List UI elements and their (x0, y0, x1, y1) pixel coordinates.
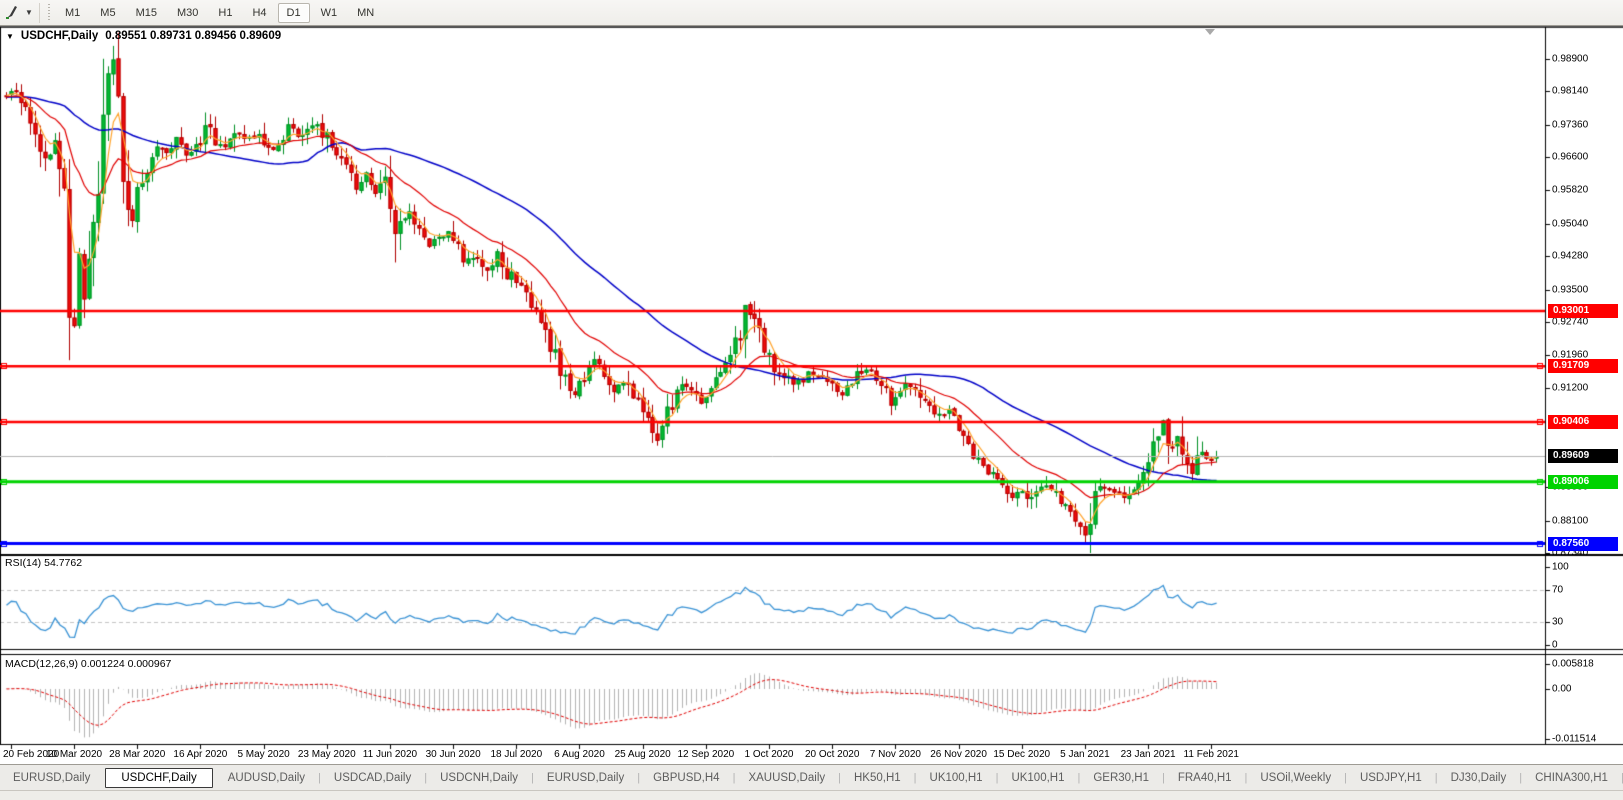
timeframe-button-mn[interactable]: MN (348, 3, 383, 23)
tab-eurusd-daily[interactable]: EURUSD,Daily (534, 768, 637, 788)
tab-china300-h1[interactable]: CHINA300,H1 (1522, 768, 1621, 788)
tab-eurusd-daily[interactable]: EURUSD,Daily (0, 768, 103, 788)
timeframe-buttons: M1M5M15M30H1H4D1W1MN (55, 3, 384, 23)
tab-hk50-h1[interactable]: HK50,H1 (841, 768, 914, 788)
tab-dj30-daily[interactable]: DJ30,Daily (1438, 768, 1520, 788)
tab-usdjpy-h1[interactable]: USDJPY,H1 (1347, 768, 1435, 788)
timeframe-button-m5[interactable]: M5 (91, 3, 124, 23)
timeframe-button-w1[interactable]: W1 (312, 3, 347, 23)
timeframe-button-m30[interactable]: M30 (168, 3, 207, 23)
toolbar-grip[interactable] (47, 4, 51, 22)
tab-usdchf-daily[interactable]: USDCHF,Daily (105, 768, 212, 788)
tab-fra40-h1[interactable]: FRA40,H1 (1165, 768, 1245, 788)
tab-xauusd-daily[interactable]: XAUUSD,Daily (735, 768, 838, 788)
chart-tab-bar: EURUSD,DailyUSDCHF,DailyAUDUSD,Daily|USD… (0, 764, 1623, 791)
tab-gbpusd-h4[interactable]: GBPUSD,H4 (640, 768, 732, 788)
tab-usdcnh-daily[interactable]: USDCNH,Daily (427, 768, 531, 788)
toolbar-separator (39, 3, 40, 23)
tab-usdcad-daily[interactable]: USDCAD,Daily (321, 768, 424, 788)
tab-usoil-weekly[interactable]: USOil,Weekly (1247, 768, 1344, 788)
chart-canvas[interactable] (0, 0, 1623, 799)
timeframe-button-m15[interactable]: M15 (127, 3, 166, 23)
chart-tools-icon[interactable] (2, 4, 22, 22)
tab-audusd-daily[interactable]: AUDUSD,Daily (215, 768, 318, 788)
tab-uk100-h1[interactable]: UK100,H1 (998, 768, 1077, 788)
timeframe-button-d1[interactable]: D1 (278, 3, 310, 23)
tab-uk100-h1[interactable]: UK100,H1 (917, 768, 996, 788)
timeframe-button-h4[interactable]: H4 (243, 3, 275, 23)
dropdown-caret-icon[interactable]: ▼ (22, 8, 36, 17)
timeframe-button-h1[interactable]: H1 (209, 3, 241, 23)
toolbar: ▼ M1M5M15M30H1H4D1W1MN (0, 0, 1623, 26)
cursor-tool-icon (5, 5, 20, 20)
tab-ger30-h1[interactable]: GER30,H1 (1080, 768, 1162, 788)
timeframe-button-m1[interactable]: M1 (56, 3, 89, 23)
